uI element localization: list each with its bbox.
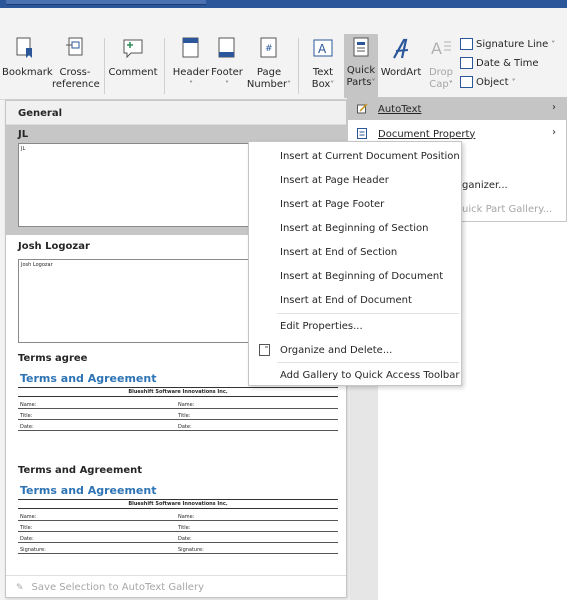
page-number-button[interactable]: # Page Number˅ bbox=[245, 36, 293, 91]
insert-beginning-section-item[interactable]: Insert at Beginning of Section bbox=[249, 216, 461, 240]
text-box-button[interactable]: A Text Box˅ bbox=[305, 36, 341, 91]
chevron-down-icon: ˅ bbox=[189, 80, 193, 89]
text-box-icon: A bbox=[312, 36, 334, 64]
object-button[interactable]: Object ˅ bbox=[460, 76, 516, 88]
header-button[interactable]: Header ˅ bbox=[172, 36, 210, 91]
svg-text:A: A bbox=[318, 42, 327, 56]
chevron-down-icon: ˅ bbox=[551, 39, 556, 49]
organize-delete-item[interactable]: Organize and Delete... bbox=[249, 338, 461, 362]
autotext-icon: ✎ bbox=[16, 582, 24, 593]
signature-line-icon bbox=[460, 38, 473, 50]
entry-title: Josh Logozar bbox=[18, 241, 90, 252]
cross-reference-icon bbox=[64, 36, 86, 64]
title-bar bbox=[0, 0, 567, 8]
footer-button[interactable]: Footer ˅ bbox=[209, 36, 245, 91]
edit-properties-item[interactable]: Edit Properties... bbox=[249, 314, 461, 338]
comment-button[interactable]: Comment bbox=[108, 36, 158, 79]
svg-text:A: A bbox=[431, 39, 442, 58]
entry-preview[interactable]: Terms and Agreement Blueshift Software I… bbox=[18, 483, 338, 567]
wordart-button[interactable]: WordArt bbox=[380, 36, 422, 79]
chevron-down-icon: ˅ bbox=[287, 80, 292, 89]
quick-parts-icon bbox=[350, 34, 372, 62]
chevron-right-icon: › bbox=[552, 127, 556, 138]
drop-cap-icon: A bbox=[430, 36, 452, 64]
insert-page-header-item[interactable]: Insert at Page Header bbox=[249, 168, 461, 192]
bookmark-icon bbox=[14, 36, 36, 64]
ribbon-separator bbox=[164, 38, 165, 94]
ribbon-separator bbox=[298, 38, 299, 94]
insert-page-footer-item[interactable]: Insert at Page Footer bbox=[249, 192, 461, 216]
gallery-context-menu: Insert at Current Document Position Inse… bbox=[248, 141, 462, 386]
insert-end-section-item[interactable]: Insert at End of Section bbox=[249, 240, 461, 264]
cross-reference-button[interactable]: Cross- reference bbox=[52, 36, 100, 91]
insert-end-document-item[interactable]: Insert at End of Document bbox=[249, 288, 461, 312]
page-number-icon: # bbox=[258, 36, 280, 64]
entry-title: JL bbox=[18, 129, 29, 140]
bookmark-button[interactable]: Bookmark bbox=[2, 36, 53, 79]
signature-line-button[interactable]: Signature Line ˅ bbox=[460, 38, 555, 50]
add-gallery-qat-item[interactable]: Add Gallery to Quick Access Toolbar bbox=[249, 363, 461, 387]
chevron-down-icon: ˅ bbox=[511, 77, 516, 87]
wordart-icon bbox=[390, 36, 412, 64]
save-selection-button[interactable]: ✎ Save Selection to AutoText Gallery bbox=[6, 575, 346, 599]
header-icon bbox=[180, 36, 202, 64]
gallery-category-header: General bbox=[6, 101, 346, 125]
calendar-icon bbox=[460, 57, 473, 69]
chevron-down-icon: ˅ bbox=[448, 80, 453, 89]
autotext-icon bbox=[357, 103, 369, 114]
entry-title: Terms and Agreement bbox=[18, 465, 143, 476]
drop-cap-button[interactable]: A Drop Cap˅ bbox=[424, 36, 458, 91]
organize-icon bbox=[259, 344, 270, 359]
document-property-icon bbox=[357, 128, 369, 139]
chevron-right-icon: › bbox=[552, 102, 556, 113]
insert-ribbon: Bookmark Cross- reference Comment Header… bbox=[0, 8, 567, 100]
chevron-down-icon: ˅ bbox=[225, 80, 229, 89]
date-time-button[interactable]: Date & Time bbox=[460, 57, 539, 69]
insert-beginning-document-item[interactable]: Insert at Beginning of Document bbox=[249, 264, 461, 288]
quick-parts-button[interactable]: Quick Parts˅ bbox=[344, 34, 378, 98]
autotext-menu-item[interactable]: AutoText › bbox=[348, 98, 566, 120]
entry-title: Terms agree bbox=[18, 353, 88, 364]
comment-icon bbox=[122, 36, 144, 64]
ribbon-separator bbox=[104, 38, 105, 94]
search-box[interactable] bbox=[6, 0, 206, 5]
insert-current-position-item[interactable]: Insert at Current Document Position bbox=[249, 144, 461, 168]
footer-icon bbox=[216, 36, 238, 64]
svg-text:#: # bbox=[265, 44, 273, 54]
chevron-down-icon: ˅ bbox=[330, 80, 335, 89]
chevron-down-icon: ˅ bbox=[371, 78, 376, 87]
object-icon bbox=[460, 76, 473, 88]
